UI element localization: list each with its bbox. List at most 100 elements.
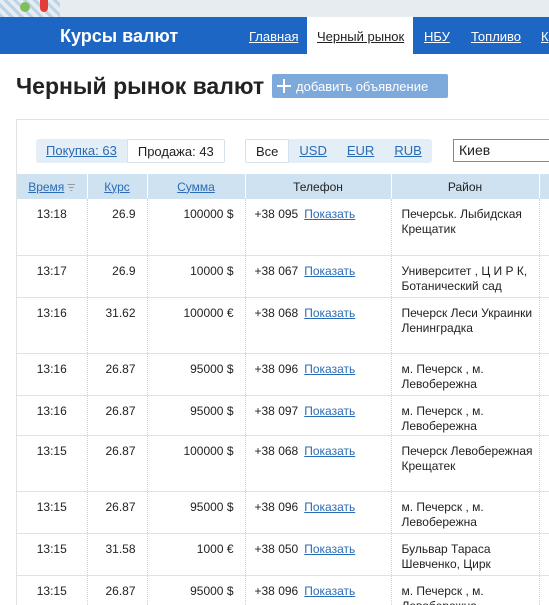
cell-time: 13:15 <box>17 491 88 534</box>
currency-toggle: Все USD EUR RUB <box>245 139 432 163</box>
listings-table: Время Курс Сумма Телефон Район 13:18 26.… <box>17 174 549 605</box>
phone-prefix: +38 050 <box>254 541 299 556</box>
site-logo[interactable]: Курсы валют <box>60 26 178 47</box>
cell-extra <box>539 395 549 436</box>
show-phone-link[interactable]: Показать <box>304 306 355 320</box>
cell-rate: 26.87 <box>87 435 148 492</box>
nav-nbu[interactable]: НБУ <box>424 29 450 44</box>
cell-amount: 95000 $ <box>147 395 246 436</box>
cell-time: 13:15 <box>17 533 88 576</box>
cell-amount: 95000 $ <box>147 353 246 396</box>
table-row: 13:17 26.9 10000 $ +38 067 Показать Униве… <box>17 255 549 298</box>
main-navbar: Курсы валют Главная Черный рынок НБУ Топ… <box>0 17 549 54</box>
col-extra-header <box>539 174 549 199</box>
add-listing-button[interactable]: добавить объявление <box>272 74 448 98</box>
cell-extra <box>539 255 549 298</box>
deal-type-toggle: Покупка: 63 Продажа: 43 <box>36 139 225 163</box>
cell-time: 13:16 <box>17 395 88 436</box>
table-row: 13:16 31.62 100000 € +38 068 Показать Печ… <box>17 297 549 354</box>
currency-all[interactable]: Все <box>245 139 290 163</box>
table-row: 13:15 26.87 100000 $ +38 068 Показать Печ… <box>17 435 549 492</box>
show-phone-link[interactable]: Показать <box>304 207 355 221</box>
table-row: 13:16 26.87 95000 $ +38 097 Показать м. П… <box>17 395 549 436</box>
cell-rate: 26.9 <box>87 255 148 298</box>
cell-time: 13:16 <box>17 297 88 354</box>
cell-district: Университет , Ц И Р К, Ботанический сад <box>391 255 540 298</box>
cell-rate: 26.87 <box>87 353 148 396</box>
phone-prefix: +38 096 <box>254 361 299 376</box>
table-row: 13:15 26.87 95000 $ +38 096 Показать м. П… <box>17 491 549 534</box>
cell-district: Печерськ. Лыбидская Крещатик <box>391 199 540 256</box>
currency-rub[interactable]: RUB <box>384 139 431 163</box>
buy-filter[interactable]: Покупка: 63 <box>36 139 127 163</box>
col-rate-label[interactable]: Курс <box>104 180 130 194</box>
banner-green-dot <box>20 2 30 12</box>
col-district-header: Район <box>391 174 540 199</box>
currency-usd[interactable]: USD <box>289 139 336 163</box>
city-select[interactable]: Киев <box>453 139 549 162</box>
cell-amount: 100000 € <box>147 297 246 354</box>
sort-icon <box>67 183 76 191</box>
cell-district: м. Печерск , м. Левобережна <box>391 353 540 396</box>
cell-extra <box>539 353 549 396</box>
cell-phone: +38 096 Показать <box>245 491 392 534</box>
show-phone-link[interactable]: Показать <box>304 584 355 598</box>
nav-fuel[interactable]: Топливо <box>471 29 521 44</box>
cell-amount: 10000 $ <box>147 255 246 298</box>
banner-red-pin <box>40 0 48 12</box>
cell-district: м. Печерск , м. Левобережна <box>391 491 540 534</box>
col-amount-label[interactable]: Сумма <box>177 180 215 194</box>
nav-home[interactable]: Главная <box>249 29 298 44</box>
cell-rate: 26.9 <box>87 199 148 256</box>
col-phone-header: Телефон <box>245 174 392 199</box>
table-row: 13:15 31.58 1000 € +38 050 Показать Бульв… <box>17 533 549 576</box>
cell-amount: 95000 $ <box>147 491 246 534</box>
cell-phone: +38 068 Показать <box>245 435 392 492</box>
phone-prefix: +38 095 <box>254 207 299 221</box>
table-header-row: Время Курс Сумма Телефон Район <box>17 174 549 199</box>
nav-black-market-label[interactable]: Черный рынок <box>317 29 404 44</box>
phone-prefix: +38 068 <box>254 443 299 458</box>
col-amount-header[interactable]: Сумма <box>147 174 246 199</box>
cell-district: Печерск Леси Украинки Ленинградка <box>391 297 540 354</box>
cell-phone: +38 095 Показать <box>245 199 392 256</box>
show-phone-link[interactable]: Показать <box>304 444 355 458</box>
currency-eur[interactable]: EUR <box>337 139 384 163</box>
cell-district: Печерск Левобережная Крещатек <box>391 435 540 492</box>
nav-black-market[interactable]: Черный рынок <box>307 17 413 54</box>
show-phone-link[interactable]: Показать <box>304 542 355 556</box>
cell-amount: 95000 $ <box>147 575 246 605</box>
cell-district: м. Печерск , м. Левобережна <box>391 575 540 605</box>
cell-rate: 31.58 <box>87 533 148 576</box>
cell-phone: +38 067 Показать <box>245 255 392 298</box>
show-phone-link[interactable]: Показать <box>304 404 355 418</box>
col-time-header[interactable]: Время <box>17 174 88 199</box>
phone-prefix: +38 096 <box>254 499 299 514</box>
table-row: 13:15 26.87 95000 $ +38 096 Показать м. П… <box>17 575 549 605</box>
show-phone-link[interactable]: Показать <box>304 500 355 514</box>
plus-icon <box>272 74 296 98</box>
cell-rate: 31.62 <box>87 297 148 354</box>
cell-extra <box>539 491 549 534</box>
cell-extra <box>539 297 549 354</box>
cell-phone: +38 097 Показать <box>245 395 392 436</box>
phone-prefix: +38 067 <box>254 263 299 278</box>
cell-time: 13:17 <box>17 255 88 298</box>
cell-extra <box>539 575 549 605</box>
cell-amount: 100000 $ <box>147 435 246 492</box>
cell-district: м. Печерск , м. Левобережна <box>391 395 540 436</box>
cell-rate: 26.87 <box>87 395 148 436</box>
cell-district: Бульвар Тараса Шевченко, Цирк <box>391 533 540 576</box>
cell-extra <box>539 199 549 256</box>
add-listing-label: добавить объявление <box>296 78 429 94</box>
col-rate-header[interactable]: Курс <box>87 174 148 199</box>
nav-more[interactable]: К <box>541 29 549 44</box>
show-phone-link[interactable]: Показать <box>304 264 355 278</box>
sell-filter[interactable]: Продажа: 43 <box>126 139 225 163</box>
cell-amount: 1000 € <box>147 533 246 576</box>
table-row: 13:16 26.87 95000 $ +38 096 Показать м. П… <box>17 353 549 396</box>
show-phone-link[interactable]: Показать <box>304 362 355 376</box>
cell-extra <box>539 533 549 576</box>
banner-pattern <box>0 0 60 17</box>
col-time-label[interactable]: Время <box>28 180 64 194</box>
